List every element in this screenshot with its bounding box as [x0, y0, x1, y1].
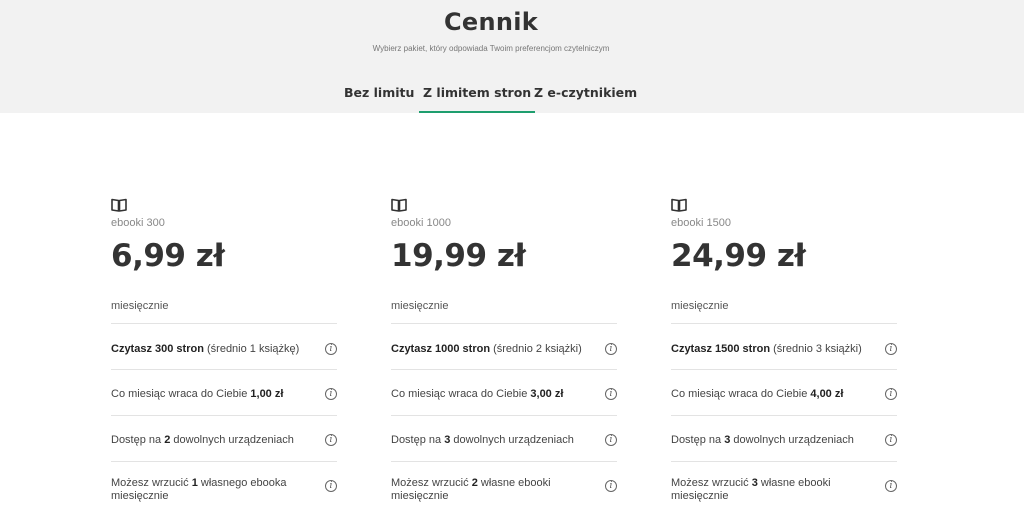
feature-text-pre: Dostęp na — [671, 434, 725, 446]
plan-period: miesięcznie — [111, 300, 169, 312]
feature-text: Co miesiąc wraca do Ciebie 4,00 zł — [671, 388, 867, 401]
info-icon[interactable]: i — [605, 480, 617, 492]
divider — [671, 323, 897, 324]
divider — [111, 415, 337, 416]
divider — [111, 461, 337, 462]
page-header: Cennik Wybierz pakiet, który odpowiada T… — [0, 0, 1024, 113]
feature-text-rest: (średnio 2 książki) — [490, 343, 582, 355]
feature-text: Możesz wrzucić 3 własne ebooki miesięczn… — [671, 477, 867, 503]
feature-text-bold: Czytasz 1500 stron — [671, 343, 771, 355]
feature-text: Co miesiąc wraca do Ciebie 1,00 zł — [111, 388, 307, 401]
info-icon[interactable]: i — [605, 343, 617, 355]
divider — [391, 415, 617, 416]
feature-text-bold: Czytasz 1000 stron — [391, 343, 491, 355]
page-title: Cennik — [443, 8, 539, 36]
pricing-tabs: Bez limitu Z limitem stron Z e-czytnikie… — [0, 85, 1024, 113]
feature-text-pre: Co miesiąc wraca do Ciebie — [391, 388, 531, 400]
feature-text-pre: Co miesiąc wraca do Ciebie — [671, 388, 811, 400]
divider — [111, 323, 337, 324]
divider — [391, 323, 617, 324]
book-icon — [391, 198, 407, 212]
info-icon[interactable]: i — [885, 480, 897, 492]
divider — [391, 461, 617, 462]
plan-price: 19,99 zł — [391, 238, 526, 274]
feature-text: Możesz wrzucić 2 własne ebooki miesięczn… — [391, 477, 587, 503]
feature-text-pre: Dostęp na — [111, 434, 165, 446]
divider — [671, 415, 897, 416]
plan-price: 6,99 zł — [111, 238, 225, 274]
book-icon — [671, 198, 687, 212]
info-icon[interactable]: i — [885, 434, 897, 446]
feature-text-pre: Co miesiąc wraca do Ciebie — [111, 388, 251, 400]
plan-period: miesięcznie — [391, 300, 449, 312]
info-icon[interactable]: i — [605, 388, 617, 400]
feature-text-rest: (średnio 1 książkę) — [203, 343, 300, 355]
feature-text-bold: 1,00 zł — [250, 388, 284, 400]
feature-text-pre: Dostęp na — [391, 434, 445, 446]
divider — [671, 369, 897, 370]
divider — [671, 461, 897, 462]
divider — [391, 369, 617, 370]
feature-text-pre: Możesz wrzucić — [671, 477, 752, 489]
feature-text-bold: Czytasz 300 stron — [111, 343, 204, 355]
feature-text: Czytasz 1000 stron (średnio 2 książki) — [391, 343, 587, 356]
info-icon[interactable]: i — [325, 343, 337, 355]
feature-text: Dostęp na 3 dowolnych urządzeniach — [671, 434, 867, 447]
info-icon[interactable]: i — [325, 434, 337, 446]
feature-text-bold: 3,00 zł — [530, 388, 564, 400]
tab-z-limitem-stron[interactable]: Z limitem stron — [418, 85, 536, 113]
feature-text: Dostęp na 3 dowolnych urządzeniach — [391, 434, 587, 447]
info-icon[interactable]: i — [605, 434, 617, 446]
plan-name: ebooki 1000 — [391, 217, 451, 229]
tab-bez-limitu[interactable]: Bez limitu — [344, 85, 414, 100]
feature-text: Czytasz 300 stron (średnio 1 książkę) — [111, 343, 307, 356]
info-icon[interactable]: i — [885, 343, 897, 355]
feature-text-pre: Możesz wrzucić — [391, 477, 472, 489]
feature-text-rest: dowolnych urządzeniach — [170, 434, 294, 446]
plan-name: ebooki 1500 — [671, 217, 731, 229]
info-icon[interactable]: i — [325, 480, 337, 492]
feature-text-bold: 4,00 zł — [810, 388, 844, 400]
plan-period: miesięcznie — [671, 300, 729, 312]
feature-text: Co miesiąc wraca do Ciebie 3,00 zł — [391, 388, 587, 401]
page-subtitle: Wybierz pakiet, który odpowiada Twoim pr… — [372, 44, 610, 53]
feature-text-pre: Możesz wrzucić — [111, 477, 192, 489]
feature-text: Czytasz 1500 stron (średnio 3 książki) — [671, 343, 867, 356]
feature-text: Możesz wrzucić 1 własnego ebooka miesięc… — [111, 477, 307, 503]
feature-text-rest: dowolnych urządzeniach — [730, 434, 854, 446]
feature-text: Dostęp na 2 dowolnych urządzeniach — [111, 434, 307, 447]
plan-price: 24,99 zł — [671, 238, 806, 274]
tab-z-e-czytnikiem[interactable]: Z e-czytnikiem — [534, 85, 637, 100]
plan-name: ebooki 300 — [111, 217, 165, 229]
book-icon — [111, 198, 127, 212]
divider — [111, 369, 337, 370]
feature-text-rest: (średnio 3 książki) — [770, 343, 862, 355]
feature-text-rest: dowolnych urządzeniach — [450, 434, 574, 446]
info-icon[interactable]: i — [325, 388, 337, 400]
info-icon[interactable]: i — [885, 388, 897, 400]
